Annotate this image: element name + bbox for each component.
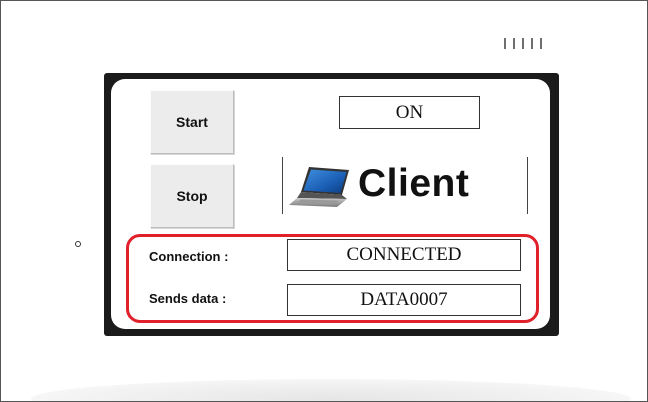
highlight-annotation [126, 234, 539, 323]
start-button-label: Start [176, 114, 208, 130]
banner-divider-left [282, 157, 283, 214]
power-status-display: ON [339, 96, 480, 129]
vent-slot [540, 38, 542, 49]
vent-slot [531, 38, 533, 49]
photo-frame: Start Stop ON Client Connection: CONNEC… [0, 0, 648, 402]
client-banner: Client [282, 157, 528, 214]
stop-button[interactable]: Stop [150, 164, 234, 228]
stop-button-label: Stop [176, 188, 208, 204]
vent-slot [504, 38, 506, 49]
laptop-icon [289, 167, 349, 207]
start-button[interactable]: Start [150, 90, 234, 154]
banner-divider-right [527, 157, 528, 214]
client-title: Client [358, 162, 470, 205]
vent-slot [522, 38, 524, 49]
vent-slot [513, 38, 515, 49]
device-shadow [31, 379, 631, 401]
side-indicator-dot [75, 241, 81, 247]
power-status-value: ON [395, 101, 424, 123]
